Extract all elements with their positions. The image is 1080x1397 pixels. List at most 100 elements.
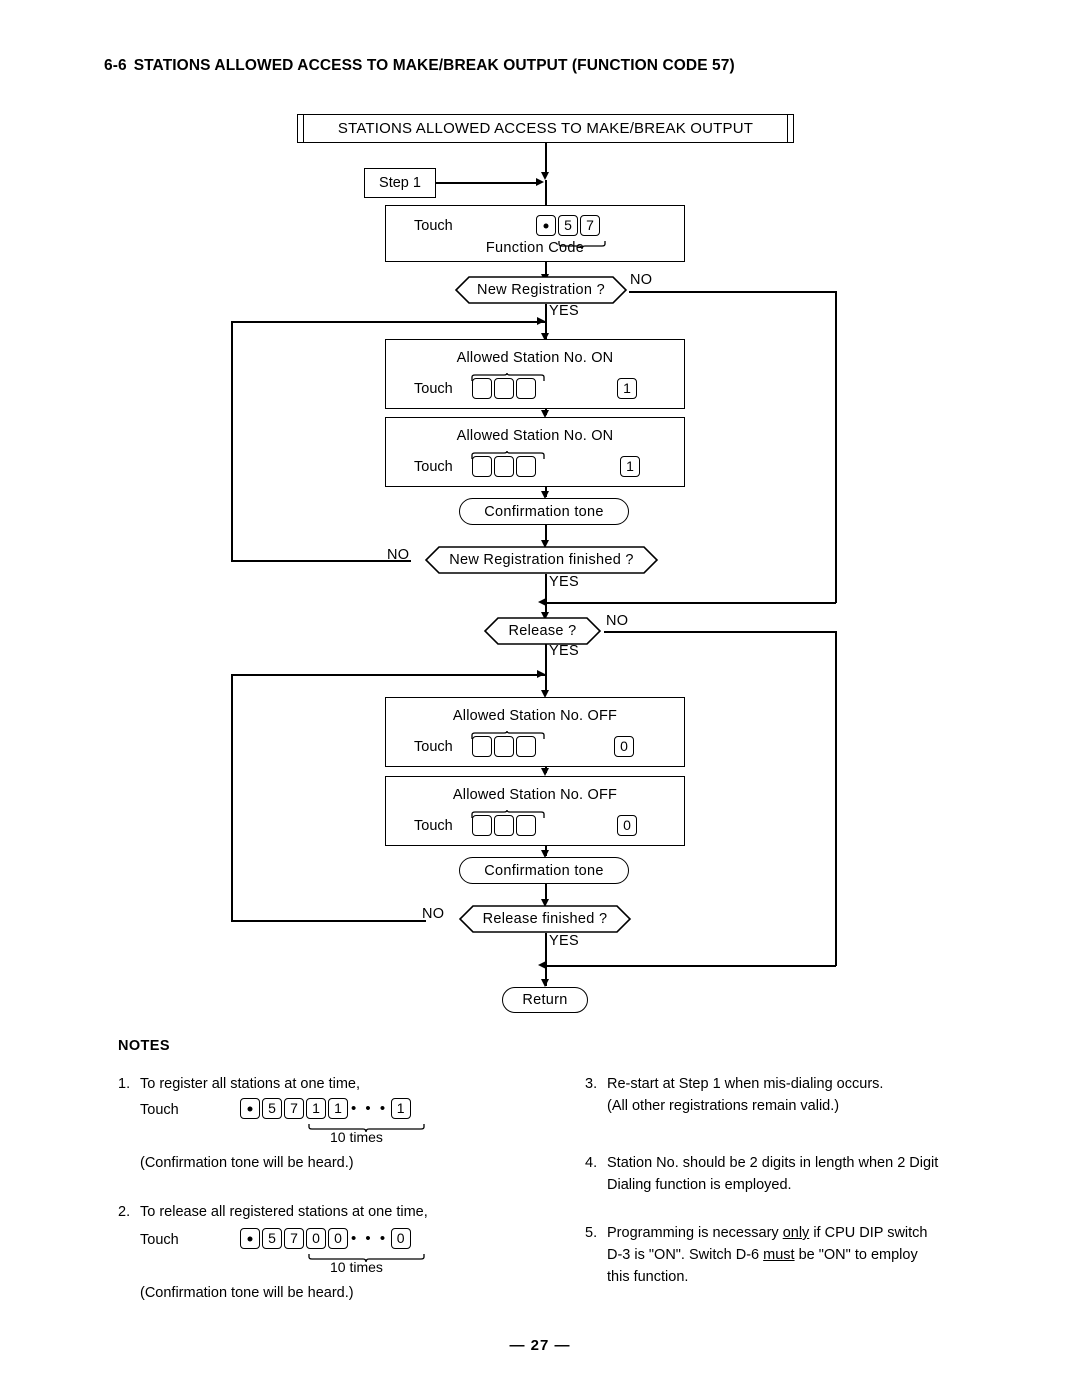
page-number: — 27 —	[509, 1337, 571, 1354]
note-4-line-2: Dialing function is employed.	[607, 1177, 792, 1193]
decision-release: Release ?	[483, 617, 602, 645]
key-dot[interactable]	[240, 1098, 260, 1119]
branch-newreg-yes: YES	[549, 303, 579, 319]
connector-header-down-2	[545, 180, 547, 205]
key-repeat-2[interactable]: 0	[328, 1228, 348, 1249]
key-repeat-last[interactable]: 0	[390, 1228, 411, 1249]
loop-newreg-left-rail	[231, 321, 233, 561]
station-digit-key-3[interactable]	[516, 456, 536, 477]
on-box-1-station-keys	[472, 378, 536, 399]
station-digit-key-2[interactable]	[494, 736, 514, 757]
key-repeat-1[interactable]: 1	[306, 1098, 326, 1119]
branch-releasefin-yes: YES	[549, 933, 579, 949]
return-node: Return	[502, 987, 588, 1013]
connector-step1-right	[436, 182, 536, 184]
key-5[interactable]: 5	[262, 1228, 282, 1249]
note-2-text: To release all registered stations at on…	[140, 1204, 428, 1220]
loop-release-left-rail	[231, 674, 233, 921]
station-digit-key-3[interactable]	[516, 815, 536, 836]
branch-newreg-no: NO	[630, 272, 653, 288]
station-digit-key-3[interactable]	[516, 736, 536, 757]
note-3-line-1: Re-start at Step 1 when mis-dialing occu…	[607, 1076, 884, 1092]
confirmation-tone-node-1: Confirmation tone	[459, 498, 629, 525]
on-box-1-state-key-wrap: 1	[617, 378, 637, 399]
flow-header-box: STATIONS ALLOWED ACCESS TO MAKE/BREAK OU…	[297, 114, 794, 143]
off-box-1-station-keys	[472, 736, 536, 757]
note-5-emphasis-must: must	[763, 1247, 795, 1263]
note-5-part-1: Programming is necessary	[607, 1225, 779, 1241]
arrow-loop-newreg-to-spine	[537, 317, 545, 325]
state-key-on[interactable]: 1	[620, 456, 640, 477]
note-item-4: 4. Station No. should be 2 digits in len…	[585, 1152, 995, 1196]
arrow-into-return	[540, 979, 549, 987]
state-key-off[interactable]: 0	[617, 815, 637, 836]
key-5[interactable]: 5	[558, 215, 578, 236]
confirmation-tone-node-2: Confirmation tone	[459, 857, 629, 884]
station-digit-key-2[interactable]	[494, 815, 514, 836]
note-4-number: 4.	[585, 1155, 598, 1171]
key-5[interactable]: 5	[262, 1098, 282, 1119]
key-repeat-2[interactable]: 1	[328, 1098, 348, 1119]
station-digit-key-2[interactable]	[494, 378, 514, 399]
page-title: 6-6 STATIONS ALLOWED ACCESS TO MAKE/BREAK…	[104, 57, 735, 75]
connector-release-no-right	[604, 631, 836, 633]
note-3-number: 3.	[585, 1076, 598, 1092]
step-1-box: Step 1	[364, 168, 436, 198]
note-5-emphasis-only: only	[782, 1225, 810, 1241]
decision-release-finished-label: Release finished ?	[482, 911, 608, 927]
key-dot[interactable]	[240, 1228, 260, 1249]
note-2-touch-label: Touch	[140, 1232, 179, 1248]
station-digit-key-1[interactable]	[472, 736, 492, 757]
notes-heading: NOTES	[118, 1038, 170, 1054]
station-digit-key-1[interactable]	[472, 815, 492, 836]
off-box-1-state-key-wrap: 0	[614, 736, 634, 757]
station-digit-key-1[interactable]	[472, 456, 492, 477]
decision-release-label: Release ?	[508, 623, 577, 639]
note-5-part-4: be "ON" to employ	[798, 1247, 918, 1263]
note-5-line-3: this function.	[607, 1269, 689, 1285]
function-code-keys: 57	[536, 215, 600, 236]
branch-releasefin-no: NO	[422, 906, 445, 922]
note-1-keys: 5 7 1 1 • • • 1	[240, 1098, 411, 1119]
key-repeat-last[interactable]: 1	[390, 1098, 411, 1119]
page-canvas: 6-6 STATIONS ALLOWED ACCESS TO MAKE/BREAK…	[0, 0, 1080, 1397]
arrow-step1-to-spine	[536, 178, 544, 186]
connector-newreg-no-back	[546, 602, 836, 604]
station-digit-key-3[interactable]	[516, 378, 536, 399]
off-box-2-touch-label: Touch	[414, 818, 453, 834]
on-box-2-state-key-wrap: 1	[620, 456, 640, 477]
on-box-2-station-keys	[472, 456, 536, 477]
allowed-station-on-box-2: Allowed Station No. ON Touch 1	[385, 417, 685, 487]
state-key-on[interactable]: 1	[617, 378, 637, 399]
note-2-ellipsis: • • •	[351, 1230, 388, 1247]
key-7[interactable]: 7	[284, 1098, 304, 1119]
loop-release-top-rail	[231, 674, 545, 676]
branch-newregfin-yes: YES	[549, 574, 579, 590]
connector-newreg-no-right	[629, 291, 836, 293]
note-5-part-3: D-3 is "ON". Switch D-6	[607, 1247, 760, 1263]
section-title-text: STATIONS ALLOWED ACCESS TO MAKE/BREAK OU…	[133, 57, 735, 74]
key-repeat-1[interactable]: 0	[306, 1228, 326, 1249]
loop-release-bottom-rail	[231, 920, 426, 922]
note-2-keys: 5 7 0 0 • • • 0	[240, 1228, 411, 1249]
loop-newreg-top-rail	[231, 321, 545, 323]
function-code-box: Touch 57 Function Code	[385, 205, 685, 262]
decision-new-registration-label: New Registration ?	[477, 282, 605, 298]
key-dot[interactable]	[536, 215, 556, 236]
allowed-station-off-box-2: Allowed Station No. OFF Touch 0	[385, 776, 685, 846]
branch-release-yes: YES	[549, 643, 579, 659]
connector-newregfin-yes-down	[545, 574, 547, 614]
note-1-text: To register all stations at one time,	[140, 1076, 361, 1092]
station-digit-key-2[interactable]	[494, 456, 514, 477]
note-2-footer: (Confirmation tone will be heard.)	[140, 1285, 354, 1301]
key-7[interactable]: 7	[580, 215, 600, 236]
decision-new-registration-finished-label: New Registration finished ?	[449, 552, 634, 568]
decision-new-registration-finished: New Registration finished ?	[424, 546, 659, 574]
note-1-brace-caption: 10 times	[330, 1129, 383, 1145]
key-7[interactable]: 7	[284, 1228, 304, 1249]
note-item-1: 1. To register all stations at one time,	[118, 1073, 508, 1095]
arrow-loop-release-to-spine	[537, 670, 545, 678]
note-3-line-2: (All other registrations remain valid.)	[607, 1098, 840, 1114]
state-key-off[interactable]: 0	[614, 736, 634, 757]
station-digit-key-1[interactable]	[472, 378, 492, 399]
